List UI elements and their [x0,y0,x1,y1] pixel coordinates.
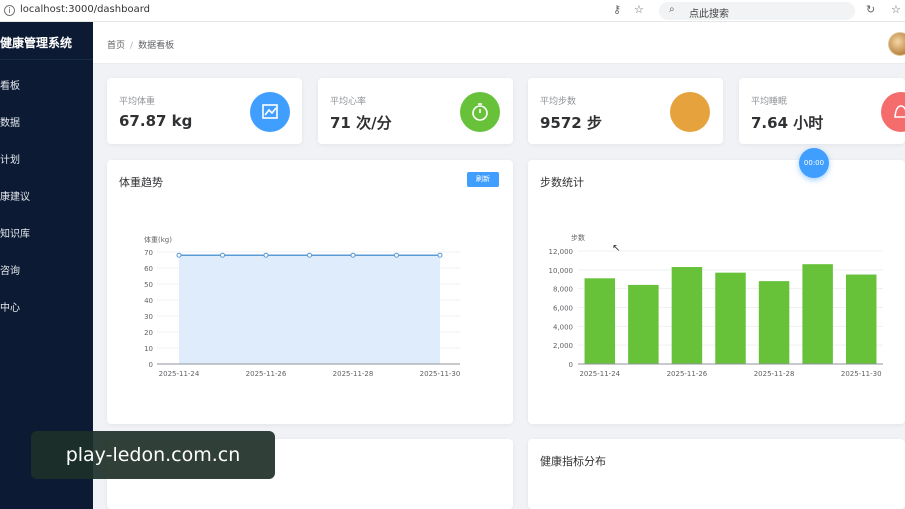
app-title: 健康管理系统 [0,36,73,50]
y-tick-label: 6,000 [553,305,573,313]
breadcrumb-current: 数据看板 [138,41,175,51]
info-icon[interactable]: i [4,5,15,16]
y-tick-label: 8,000 [553,286,573,294]
stat-card-weight: 平均体重 67.87 kg [107,78,302,144]
stat-card-sleep: 平均睡眠 7.64 小时 [739,78,905,144]
key-icon[interactable]: ⚷ [613,3,621,16]
x-tick-label: 2025-11-28 [754,370,795,378]
steps-panel: 步数统计 步数 0 2,000 4,000 6,000 8,000 10,000 12,000… [528,160,905,424]
floating-timer-badge[interactable]: 00:00 [799,148,829,178]
stat-label: 平均心率 [330,97,367,107]
y-tick-label: 2,000 [553,342,573,350]
data-point [220,252,225,258]
favorite-icon[interactable]: ☆ [891,3,901,16]
bar [802,264,833,364]
x-tick-label: 2025-11-24 [159,370,200,378]
address-bar[interactable]: localhost:3000/dashboard [20,4,150,15]
y-tick-label: 10 [144,345,153,353]
stat-label: 平均步数 [540,97,577,107]
nav-item-center[interactable]: 中心 [0,299,93,319]
footprint-icon [670,92,710,132]
y-tick-label: 30 [144,313,153,321]
breadcrumb: 首页 / 数据看板 [107,38,174,51]
y-tick-label: 12,000 [549,248,574,256]
avatar[interactable] [888,32,905,56]
search-input[interactable]: ⌕ 点此搜索 [659,2,855,20]
mouse-cursor-icon: ↖ [612,243,620,254]
bar [845,274,877,364]
panel-title: 健康指标分布 [540,455,606,468]
y-tick-label: 70 [144,249,153,257]
stat-value: 7.64 小时 [751,114,824,132]
x-tick-label: 2025-11-26 [667,370,708,378]
x-tick-label: 2025-11-30 [420,370,461,378]
y-tick-label: 4,000 [553,323,573,331]
bar [758,281,790,364]
nav-item-consult[interactable]: 咨询 [0,262,93,282]
x-tick-label: 2025-11-28 [333,370,374,378]
nav-item-knowledge[interactable]: 知识库 [0,225,93,245]
stat-label: 平均体重 [119,97,156,107]
nav-item-data[interactable]: 数据 [0,114,93,134]
bar [628,284,659,364]
refresh-icon[interactable]: ↻ [866,3,875,16]
trend-chart-icon [250,92,290,132]
search-icon: ⌕ [669,4,675,15]
data-point [394,252,399,258]
stat-card-steps: 平均步数 9572 步 [528,78,723,144]
y-tick-label: 50 [144,281,153,289]
stat-label: 平均睡眠 [751,97,788,107]
bar [715,272,746,364]
weight-area [179,255,440,364]
browser-toolbar: i localhost:3000/dashboard ⚷ ☆ ⌕ 点此搜索 ↻ … [0,0,905,22]
data-point [350,252,356,258]
nav-item-dashboard[interactable]: 看板 [0,77,93,97]
steps-chart: 步数 0 2,000 4,000 6,000 8,000 10,000 12,000 2025-… [549,233,883,378]
stat-value: 9572 步 [540,114,602,132]
bar [584,278,616,364]
breadcrumb-home[interactable]: 首页 [107,41,125,51]
y-tick-label: 0 [149,361,153,369]
y-tick-label: 0 [569,361,573,369]
breadcrumb-separator: / [130,41,134,51]
nav-item-advice[interactable]: 康建议 [0,188,93,208]
health-distribution-panel: 健康指标分布 [528,439,905,509]
data-point [263,252,269,258]
y-tick-label: 40 [144,297,153,305]
x-tick-label: 2025-11-30 [841,370,882,378]
search-placeholder: 点此搜索 [689,9,729,20]
bar [671,267,703,364]
data-point [176,252,182,258]
star-icon[interactable]: ☆ [634,3,644,16]
y-axis-label: 体重(kg) [144,235,172,244]
nav-item-plan[interactable]: 计划 [0,151,93,171]
weight-chart: 体重(kg) 0 10 20 30 40 50 60 70 2025-11-24 2025-11-2… [144,235,461,378]
y-tick-label: 10,000 [549,267,574,275]
stat-value: 67.87 kg [119,112,193,130]
data-point [437,252,443,258]
weight-trend-panel: 体重趋势 刷新 体重(kg) 0 10 20 30 40 50 60 70 2025-11-24 2… [107,160,513,424]
stat-card-heart-rate: 平均心率 71 次/分 [318,78,513,144]
top-header: 首页 / 数据看板 [93,22,905,64]
watermark: play-ledon.com.cn [31,431,275,479]
y-tick-label: 60 [144,265,153,273]
x-tick-label: 2025-11-24 [579,370,620,378]
y-axis-label: 步数 [571,233,585,242]
y-tick-label: 20 [144,329,153,337]
data-point [307,252,312,258]
x-tick-label: 2025-11-26 [246,370,287,378]
divider [0,59,93,60]
bell-icon [881,92,905,132]
stopwatch-icon [460,92,500,132]
stat-value: 71 次/分 [330,114,392,132]
